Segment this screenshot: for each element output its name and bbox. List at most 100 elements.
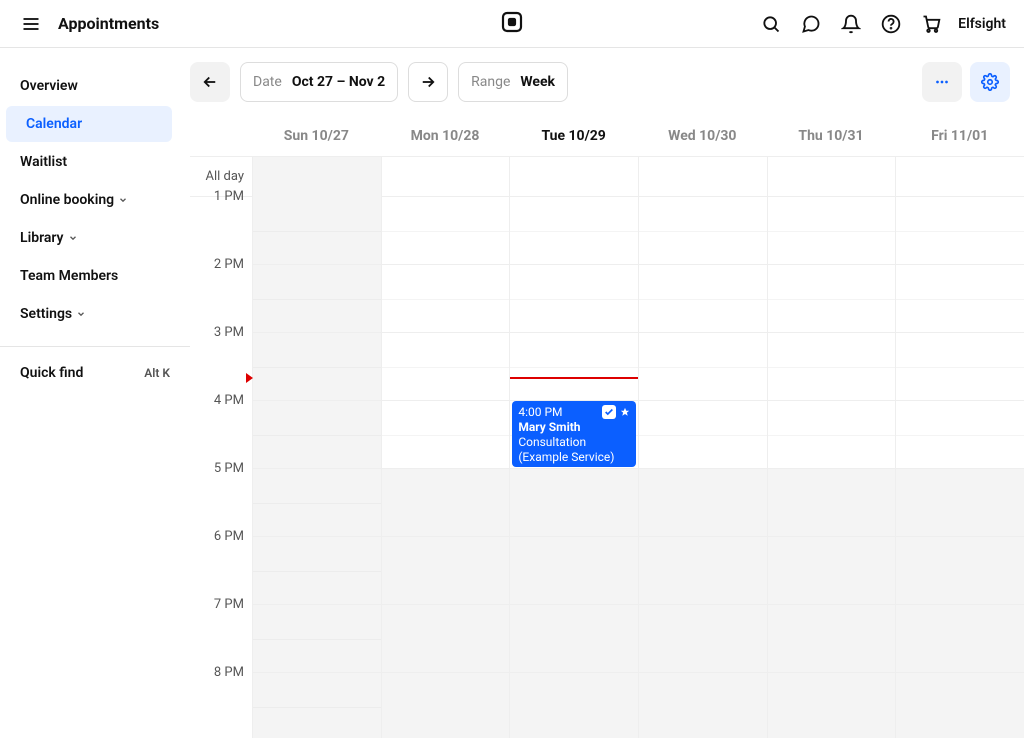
day-header[interactable]: Thu 10/31 (767, 116, 896, 156)
help-icon[interactable] (878, 11, 904, 37)
hour-slot[interactable] (768, 197, 896, 265)
hamburger-icon[interactable] (18, 11, 44, 37)
hour-slot[interactable] (253, 537, 381, 605)
hour-slot[interactable] (768, 333, 896, 401)
day-header[interactable]: Wed 10/30 (638, 116, 767, 156)
hour-slot[interactable] (510, 673, 638, 738)
sidebar-item-team-members[interactable]: Team Members (0, 258, 190, 294)
hour-slot[interactable] (768, 537, 896, 605)
all-day-cell[interactable] (381, 157, 510, 197)
hour-slot[interactable] (896, 197, 1024, 265)
day-header[interactable]: Sun 10/27 (252, 116, 381, 156)
time-label: 6 PM (190, 529, 252, 597)
time-labels-column: 1 PM2 PM3 PM4 PM5 PM6 PM7 PM8 PM (190, 197, 252, 738)
date-label: Date (253, 74, 282, 90)
sidebar-item-online-booking[interactable]: Online booking (0, 182, 190, 218)
cart-icon[interactable] (918, 11, 944, 37)
hour-slot[interactable] (382, 605, 510, 673)
hour-slot[interactable] (896, 469, 1024, 537)
hour-slot[interactable] (382, 673, 510, 738)
hour-slot[interactable] (639, 605, 767, 673)
all-day-cell[interactable] (509, 157, 638, 197)
all-day-cell[interactable] (252, 157, 381, 197)
hour-slot[interactable] (510, 197, 638, 265)
hour-slot[interactable] (639, 537, 767, 605)
hour-slot[interactable] (510, 537, 638, 605)
bell-icon[interactable] (838, 11, 864, 37)
hour-slot[interactable] (382, 537, 510, 605)
more-actions-button[interactable] (922, 62, 962, 102)
hour-slot[interactable] (896, 537, 1024, 605)
hour-slot[interactable] (639, 673, 767, 738)
hour-slot[interactable] (639, 469, 767, 537)
hour-slot[interactable] (382, 197, 510, 265)
day-header[interactable]: Fri 11/01 (895, 116, 1024, 156)
all-day-cell[interactable] (638, 157, 767, 197)
account-name[interactable]: Elfsight (958, 16, 1006, 32)
prev-button[interactable] (190, 62, 230, 102)
calendar-settings-button[interactable] (970, 62, 1010, 102)
all-day-cell[interactable] (895, 157, 1024, 197)
square-logo-icon[interactable] (499, 9, 525, 35)
hour-slot[interactable] (639, 265, 767, 333)
hour-slot[interactable] (768, 469, 896, 537)
hour-slot[interactable] (768, 673, 896, 738)
hour-slot[interactable] (253, 469, 381, 537)
calendar-time-grid[interactable]: 1 PM2 PM3 PM4 PM5 PM6 PM7 PM8 PM 4:00 PMM… (190, 197, 1024, 738)
day-header[interactable]: Mon 10/28 (381, 116, 510, 156)
hour-slot[interactable] (510, 605, 638, 673)
time-label: 4 PM (190, 393, 252, 461)
day-column[interactable] (767, 197, 896, 738)
hour-slot[interactable] (253, 333, 381, 401)
hour-slot[interactable] (253, 605, 381, 673)
hour-slot[interactable] (896, 401, 1024, 469)
hour-slot[interactable] (896, 265, 1024, 333)
time-label: 1 PM (190, 189, 252, 257)
hour-slot[interactable] (896, 333, 1024, 401)
hour-slot[interactable] (639, 401, 767, 469)
day-column[interactable] (381, 197, 510, 738)
hour-slot[interactable] (253, 265, 381, 333)
chat-icon[interactable] (798, 11, 824, 37)
sidebar-item-overview[interactable]: Overview (0, 68, 190, 104)
hour-slot[interactable] (510, 333, 638, 401)
page-title: Appointments (58, 14, 159, 33)
hour-slot[interactable] (382, 265, 510, 333)
hour-slot[interactable] (382, 469, 510, 537)
hour-slot[interactable] (382, 401, 510, 469)
search-icon[interactable] (758, 11, 784, 37)
sidebar-item-label: Team Members (20, 268, 118, 284)
sidebar-item-library[interactable]: Library (0, 220, 190, 256)
hour-slot[interactable] (896, 673, 1024, 738)
calendar-event[interactable]: 4:00 PMMary SmithConsultation (Example S… (512, 401, 636, 467)
event-service: Consultation (Example Service) (518, 435, 630, 465)
range-selector[interactable]: Range Week (458, 62, 568, 102)
hour-slot[interactable] (510, 469, 638, 537)
sidebar-item-settings[interactable]: Settings (0, 296, 190, 332)
date-range-selector[interactable]: Date Oct 27 – Nov 2 (240, 62, 398, 102)
day-column[interactable] (638, 197, 767, 738)
hour-slot[interactable] (896, 605, 1024, 673)
hour-slot[interactable] (253, 673, 381, 738)
sidebar-item-waitlist[interactable]: Waitlist (0, 144, 190, 180)
all-day-row: All day (190, 157, 1024, 197)
sidebar-item-calendar[interactable]: Calendar (6, 106, 172, 142)
day-header[interactable]: Tue 10/29 (509, 116, 638, 156)
all-day-cell[interactable] (767, 157, 896, 197)
hour-slot[interactable] (639, 333, 767, 401)
day-column[interactable]: 4:00 PMMary SmithConsultation (Example S… (509, 197, 638, 738)
hour-slot[interactable] (768, 265, 896, 333)
hour-slot[interactable] (768, 605, 896, 673)
hour-slot[interactable] (382, 333, 510, 401)
hour-slot[interactable] (768, 401, 896, 469)
sidebar-item-label: Waitlist (20, 154, 67, 170)
next-button[interactable] (408, 62, 448, 102)
day-column[interactable] (252, 197, 381, 738)
quick-find-button[interactable]: Quick find Alt K (0, 359, 190, 387)
hour-slot[interactable] (639, 197, 767, 265)
sidebar-divider (0, 346, 190, 347)
hour-slot[interactable] (253, 197, 381, 265)
day-column[interactable] (895, 197, 1024, 738)
hour-slot[interactable] (253, 401, 381, 469)
hour-slot[interactable] (510, 265, 638, 333)
